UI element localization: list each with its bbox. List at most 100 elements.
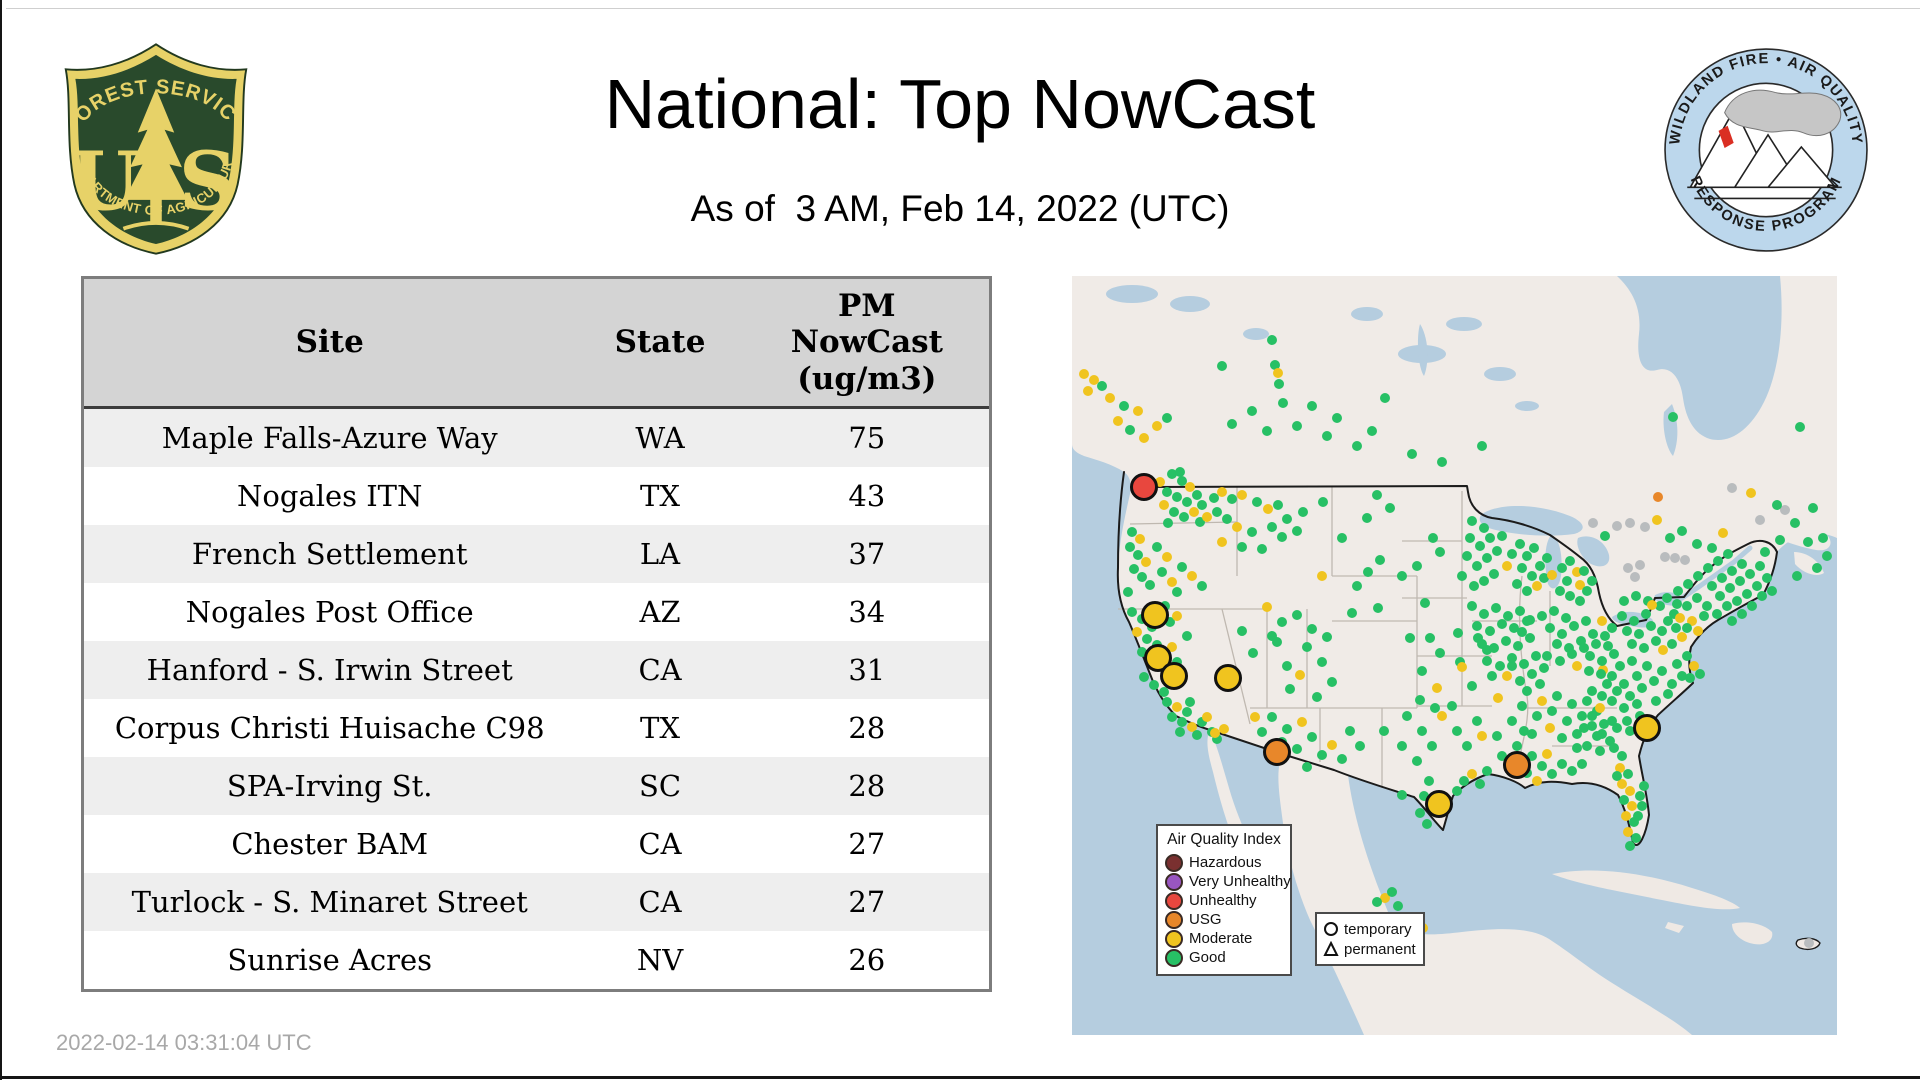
- station-dot: [1713, 556, 1723, 566]
- station-dot: [1262, 602, 1272, 612]
- station-dot: [1619, 795, 1629, 805]
- station-dot: [1735, 576, 1745, 586]
- station-dot: [1682, 601, 1692, 611]
- station-dot: [1393, 901, 1403, 911]
- station-dot: [1637, 801, 1647, 811]
- station-dot: [1639, 643, 1649, 653]
- station-dot: [1459, 776, 1469, 786]
- station-dot: [1609, 743, 1619, 753]
- station-dot: [1479, 523, 1489, 533]
- station-dot: [1263, 504, 1273, 514]
- station-dot: [1462, 551, 1472, 561]
- station-dot: [1452, 786, 1462, 796]
- station-dot: [1631, 591, 1641, 601]
- top-site-marker: [1130, 473, 1158, 501]
- us-air-quality-map: Air Quality Index Hazardous Very Unhealth…: [1072, 276, 1837, 1035]
- station-dot: [1722, 601, 1732, 611]
- station-dot: [1167, 712, 1177, 722]
- station-dot: [1469, 581, 1479, 591]
- station-dot: [1667, 679, 1677, 689]
- station-dot: [1535, 561, 1545, 571]
- station-dot: [1675, 613, 1685, 623]
- station-dot: [1489, 643, 1499, 653]
- station-dot: [1635, 791, 1645, 801]
- station-dot: [1267, 522, 1277, 532]
- station-dot: [1197, 581, 1207, 591]
- station-dot: [1475, 779, 1485, 789]
- station-dot: [1172, 611, 1182, 621]
- station-dot: [1209, 493, 1219, 503]
- station-dot: [1685, 673, 1695, 683]
- station-dot: [1663, 689, 1673, 699]
- value-cell: 31: [848, 653, 886, 687]
- aqi-legend-label: USG: [1189, 911, 1222, 928]
- station-dot: [1723, 549, 1733, 559]
- frame-left-line: [0, 0, 2, 1080]
- station-dot: [1557, 563, 1567, 573]
- station-dot: [1152, 421, 1162, 431]
- station-dot: [1217, 537, 1227, 547]
- station-dot: [1282, 724, 1292, 734]
- station-dot: [1727, 566, 1737, 576]
- station-dot: [1627, 656, 1637, 666]
- aqi-legend-item: Hazardous: [1165, 853, 1283, 872]
- station-dot: [1660, 552, 1670, 562]
- station-dot: [1132, 627, 1142, 637]
- station-dot: [1167, 577, 1177, 587]
- station-dot: [1475, 541, 1485, 551]
- station-dot: [1623, 827, 1633, 837]
- value-cell: 34: [848, 595, 886, 629]
- station-dot: [1747, 601, 1757, 611]
- value-cell: 27: [848, 827, 886, 861]
- station-dot: [1142, 634, 1152, 644]
- station-dot: [1212, 507, 1222, 517]
- site-cell: Hanford - S. Irwin Street: [146, 653, 513, 687]
- value-cell: 37: [848, 537, 886, 571]
- permanent-label: permanent: [1344, 940, 1416, 958]
- value-cell: 43: [848, 479, 886, 513]
- station-dot: [1581, 616, 1591, 626]
- page-subtitle: As of 3 AM, Feb 14, 2022 (UTC): [690, 188, 1230, 229]
- station-dot: [1572, 661, 1582, 671]
- station-dot: [1133, 550, 1143, 560]
- station-dot: [1545, 623, 1555, 633]
- station-dot: [1227, 419, 1237, 429]
- station-dot: [1187, 571, 1197, 581]
- station-dot: [1649, 676, 1659, 686]
- temporary-circle-icon: [1324, 922, 1338, 936]
- station-dot: [1479, 609, 1489, 619]
- station-dot: [1250, 712, 1260, 722]
- station-dot: [1507, 549, 1517, 559]
- station-dot: [1277, 532, 1287, 542]
- station-dot: [1557, 759, 1567, 769]
- station-dot: [1185, 697, 1195, 707]
- station-dot: [1277, 617, 1287, 627]
- station-dot: [1152, 542, 1162, 552]
- aqi-color-swatch: [1165, 910, 1183, 929]
- station-dot: [1210, 728, 1220, 738]
- station-dot: [1435, 648, 1445, 658]
- station-dot: [1522, 686, 1532, 696]
- aqi-legend-label: Moderate: [1189, 930, 1253, 947]
- station-dot: [1745, 569, 1755, 579]
- station-dot: [1625, 691, 1635, 701]
- station-dot: [1579, 723, 1589, 733]
- station-dot: [1623, 563, 1633, 573]
- station-dot: [1424, 776, 1434, 786]
- station-dot: [1282, 514, 1292, 524]
- site-cell: Maple Falls-Azure Way: [161, 421, 498, 455]
- station-dot: [1397, 571, 1407, 581]
- station-dot: [1612, 686, 1622, 696]
- station-dot: [1247, 527, 1257, 537]
- station-dot: [1217, 487, 1227, 497]
- station-dot: [1202, 712, 1212, 722]
- aqi-legend-item: Very Unhealthy: [1165, 872, 1291, 891]
- station-dot: [1482, 553, 1492, 563]
- station-dot: [1113, 416, 1123, 426]
- station-dot: [1477, 441, 1487, 451]
- station-dot: [1597, 691, 1607, 701]
- station-dot: [1632, 671, 1642, 681]
- station-dot: [1495, 661, 1505, 671]
- station-dot: [1482, 656, 1492, 666]
- station-dot: [1658, 645, 1668, 655]
